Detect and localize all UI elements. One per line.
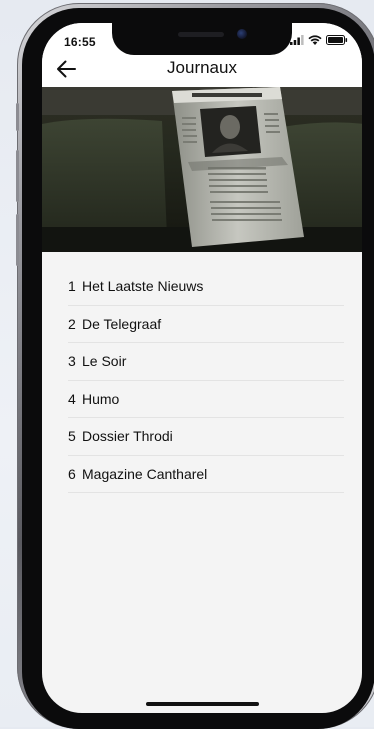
screen: 16:55 Journaux 1 Het Laatste Nieuws 2 De… — [42, 23, 362, 713]
journal-name: Dossier Throdi — [82, 428, 173, 445]
front-camera — [237, 29, 247, 39]
list-item-journal-3[interactable]: 3 Le Soir — [68, 343, 344, 381]
status-icons — [290, 35, 348, 47]
journal-list: 1 Het Laatste Nieuws 2 De Telegraaf 3 Le… — [42, 268, 362, 493]
journal-name: Humo — [82, 390, 120, 407]
list-item-journal-5[interactable]: 5 Dossier Throdi — [68, 418, 344, 456]
notch — [112, 23, 292, 55]
home-indicator[interactable] — [146, 702, 259, 706]
volume-down-button — [16, 214, 19, 266]
list-item-journal-1[interactable]: 1 Het Laatste Nieuws — [68, 268, 344, 306]
header: Journaux — [42, 55, 362, 87]
journal-number: 4 — [68, 390, 76, 407]
journal-name: Het Laatste Nieuws — [82, 278, 204, 295]
journal-name: De Telegraaf — [82, 315, 162, 332]
newspaper-photo — [42, 87, 362, 252]
journal-name: Le Soir — [82, 353, 127, 370]
list-item-journal-6[interactable]: 6 Magazine Cantharel — [68, 456, 344, 493]
journal-number: 6 — [68, 465, 76, 482]
journal-number: 2 — [68, 315, 76, 332]
signal-icon — [290, 32, 304, 50]
list-item-journal-4[interactable]: 4 Humo — [68, 381, 344, 418]
banner-image — [42, 87, 362, 252]
journal-number: 3 — [68, 353, 76, 370]
status-time: 16:55 — [64, 35, 96, 49]
journal-number: 1 — [68, 278, 76, 295]
wifi-icon — [308, 32, 322, 50]
page-title: Journaux — [167, 58, 237, 77]
battery-icon — [326, 32, 348, 50]
speaker — [178, 32, 224, 37]
volume-up-button — [16, 150, 19, 202]
journal-name: Magazine Cantharel — [82, 465, 208, 482]
mute-switch — [16, 103, 19, 131]
journal-number: 5 — [68, 428, 76, 445]
list-item-journal-2[interactable]: 2 De Telegraaf — [68, 306, 344, 343]
